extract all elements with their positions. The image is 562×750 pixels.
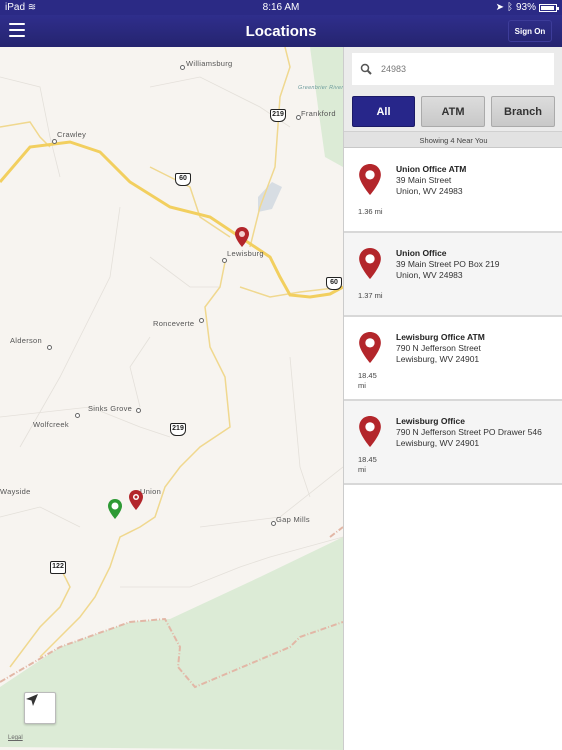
location-address-line2: Lewisburg, WV 24901 — [396, 354, 480, 364]
forest-area-north — [310, 47, 343, 167]
map-pin-lewisburg[interactable] — [235, 227, 249, 247]
status-right: ➤ ᛒ 93% — [495, 2, 559, 13]
location-distance: 18.45 mi — [358, 371, 377, 390]
battery-icon — [539, 3, 559, 12]
results-count: Showing 4 Near You — [344, 131, 562, 148]
location-address-line1: 790 N Jefferson Street — [396, 343, 481, 353]
nav-bar: Locations Sign On — [0, 15, 562, 47]
location-item[interactable]: Lewisburg Office ATM 790 N Jefferson Str… — [344, 317, 562, 401]
town-dot — [47, 345, 52, 350]
search-input[interactable] — [381, 64, 541, 74]
location-distance: 18.45 mi — [358, 455, 377, 474]
town-dot — [180, 65, 185, 70]
location-address-line1: 790 N Jefferson Street PO Drawer 546 — [396, 427, 542, 437]
location-item[interactable]: Union Office ATM 39 Main Street Union, W… — [344, 149, 562, 233]
river-label: Greenbrier River — [298, 85, 343, 91]
filter-bar: All ATM Branch — [344, 91, 562, 131]
town-label-wayside: Wayside — [0, 487, 31, 496]
page-title: Locations — [245, 23, 317, 40]
location-name: Lewisburg Office ATM — [396, 332, 485, 342]
location-arrow-icon: ➤ — [495, 2, 504, 13]
town-dot — [52, 139, 57, 144]
filter-all-button[interactable]: All — [352, 96, 415, 127]
town-label-sinks-grove: Sinks Grove — [88, 404, 133, 413]
location-item[interactable]: Union Office 39 Main Street PO Box 219 U… — [344, 233, 562, 317]
location-distance: 1.37 mi — [358, 291, 383, 300]
search-box[interactable] — [352, 53, 554, 85]
highway-60 — [0, 140, 343, 299]
route-shield-60: 60 — [326, 277, 342, 290]
town-label-frankford: Frankford — [301, 109, 336, 118]
location-name: Union Office ATM — [396, 164, 467, 174]
route-shield-60: 60 — [175, 173, 191, 186]
location-address-line1: 39 Main Street PO Box 219 — [396, 259, 500, 269]
map-canvas — [0, 47, 343, 750]
location-pin-icon — [359, 164, 381, 195]
location-distance: 1.36 mi — [358, 207, 383, 216]
route-shield-219: 219 — [270, 109, 286, 122]
route-shield-122: 122 — [50, 561, 66, 574]
location-address-line2: Union, WV 24983 — [396, 270, 463, 280]
sign-on-button[interactable]: Sign On — [508, 20, 552, 42]
location-name: Lewisburg Office — [396, 416, 465, 426]
locations-panel: All ATM Branch Showing 4 Near You Union … — [343, 47, 562, 750]
town-label-union: Union — [140, 487, 162, 496]
legal-link[interactable]: Legal — [8, 735, 23, 741]
town-label-wolfcreek: Wolfcreek — [33, 420, 69, 429]
location-pin-icon — [359, 248, 381, 279]
town-label-williamsburg: Williamsburg — [186, 59, 233, 68]
locate-me-button[interactable] — [24, 692, 56, 724]
filter-branch-button[interactable]: Branch — [491, 96, 555, 127]
battery-percent: 93% — [515, 2, 536, 13]
location-item[interactable]: Lewisburg Office 790 N Jefferson Street … — [344, 401, 562, 485]
location-pin-icon — [359, 416, 381, 447]
location-pin-icon — [359, 332, 381, 363]
location-address-line2: Union, WV 24983 — [396, 186, 463, 196]
town-dot — [75, 413, 80, 418]
town-label-crawley: Crawley — [57, 130, 87, 139]
town-dot — [222, 258, 227, 263]
status-bar: iPad ≋ 8:16 AM ➤ ᛒ 93% — [0, 0, 562, 15]
filter-atm-button[interactable]: ATM — [421, 96, 485, 127]
location-name: Union Office — [396, 248, 447, 258]
town-label-alderson: Alderson — [10, 336, 43, 345]
location-list: Union Office ATM 39 Main Street Union, W… — [344, 149, 562, 485]
lake — [258, 182, 282, 212]
town-dot — [199, 318, 204, 323]
map-pin-union[interactable] — [129, 490, 143, 510]
route-shield-219: 219 — [170, 423, 186, 436]
town-label-lewisburg: Lewisburg — [227, 249, 264, 258]
town-dot — [136, 408, 141, 413]
location-address-line1: 39 Main Street — [396, 175, 452, 185]
search-icon — [360, 63, 372, 75]
town-label-ronceverte: Ronceverte — [153, 319, 195, 328]
map-pin-current-location[interactable] — [108, 499, 122, 519]
location-arrow-icon — [26, 694, 38, 706]
search-area — [344, 47, 562, 91]
location-address-line2: Lewisburg, WV 24901 — [396, 438, 480, 448]
map-view[interactable]: Williamsburg Frankford Crawley Lewisburg… — [0, 47, 343, 750]
clock: 8:16 AM — [262, 2, 300, 13]
bluetooth-icon: ᛒ — [506, 2, 513, 13]
town-label-gap-mills: Gap Mills — [276, 515, 310, 524]
